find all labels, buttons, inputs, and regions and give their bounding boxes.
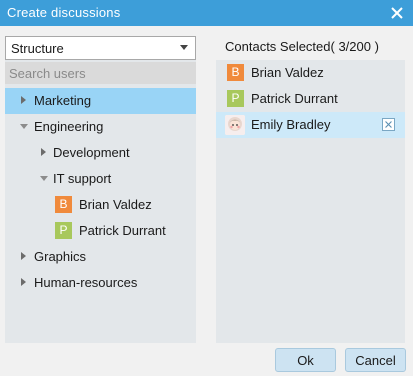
tree-user-patrick-durrant[interactable]: P Patrick Durrant <box>5 218 196 244</box>
dropdown-value: Structure <box>11 41 64 56</box>
caret-down-icon[interactable] <box>20 124 28 129</box>
avatar: P <box>227 90 244 107</box>
contacts-selected-header: Contacts Selected( 3/200 ) <box>225 39 379 54</box>
avatar-photo-icon <box>225 115 245 135</box>
avatar: B <box>227 64 244 81</box>
structure-pane: Structure Marketing Engineering Developm… <box>5 36 196 343</box>
caret-down-icon[interactable] <box>40 176 48 181</box>
tree-user-brian-valdez[interactable]: B Brian Valdez <box>5 192 196 218</box>
tree-item-label: Graphics <box>34 249 87 264</box>
contact-name: Brian Valdez <box>251 65 324 80</box>
avatar: B <box>55 196 72 213</box>
tree-item-human-resources[interactable]: Human-resources <box>5 270 196 296</box>
contact-emily-bradley[interactable]: Emily Bradley <box>216 112 405 138</box>
contact-brian-valdez[interactable]: B Brian Valdez <box>216 60 405 86</box>
search-users-input[interactable] <box>5 62 196 84</box>
tree-item-label: Human-resources <box>34 275 138 290</box>
cancel-button[interactable]: Cancel <box>345 348 406 372</box>
avatar-photo <box>225 115 245 135</box>
contact-patrick-durrant[interactable]: P Patrick Durrant <box>216 86 405 112</box>
remove-icon[interactable] <box>382 118 395 131</box>
avatar: P <box>55 222 72 239</box>
tree-item-development[interactable]: Development <box>5 140 196 166</box>
tree-item-label: Engineering <box>34 119 104 134</box>
tree-item-marketing[interactable]: Marketing <box>5 88 196 114</box>
contact-name: Emily Bradley <box>251 117 331 132</box>
user-name: Patrick Durrant <box>79 223 166 238</box>
caret-right-icon[interactable] <box>21 96 26 104</box>
tree-item-label: Marketing <box>34 93 92 108</box>
contact-name: Patrick Durrant <box>251 91 338 106</box>
chevron-down-icon <box>180 45 188 50</box>
dialog-content: Structure Marketing Engineering Developm… <box>0 26 413 376</box>
tree-item-engineering[interactable]: Engineering <box>5 114 196 140</box>
caret-right-icon[interactable] <box>21 252 26 260</box>
tree-item-label: IT support <box>53 171 112 186</box>
tree-item-label: Development <box>53 145 130 160</box>
close-icon[interactable] <box>389 5 405 21</box>
create-discussions-dialog: Create discussions Structure Marketing E… <box>0 0 413 376</box>
user-name: Brian Valdez <box>79 197 152 212</box>
structure-dropdown[interactable]: Structure <box>5 36 196 60</box>
tree-item-it-support[interactable]: IT support <box>5 166 196 192</box>
tree-item-graphics[interactable]: Graphics <box>5 244 196 270</box>
caret-right-icon[interactable] <box>41 148 46 156</box>
ok-button[interactable]: Ok <box>275 348 336 372</box>
selected-contacts-pane: B Brian Valdez P Patrick Durrant Emily B… <box>216 60 405 343</box>
org-tree: Marketing Engineering Development IT sup… <box>5 88 196 296</box>
title-bar: Create discussions <box>0 0 413 26</box>
window-title: Create discussions <box>7 5 121 20</box>
caret-right-icon[interactable] <box>21 278 26 286</box>
